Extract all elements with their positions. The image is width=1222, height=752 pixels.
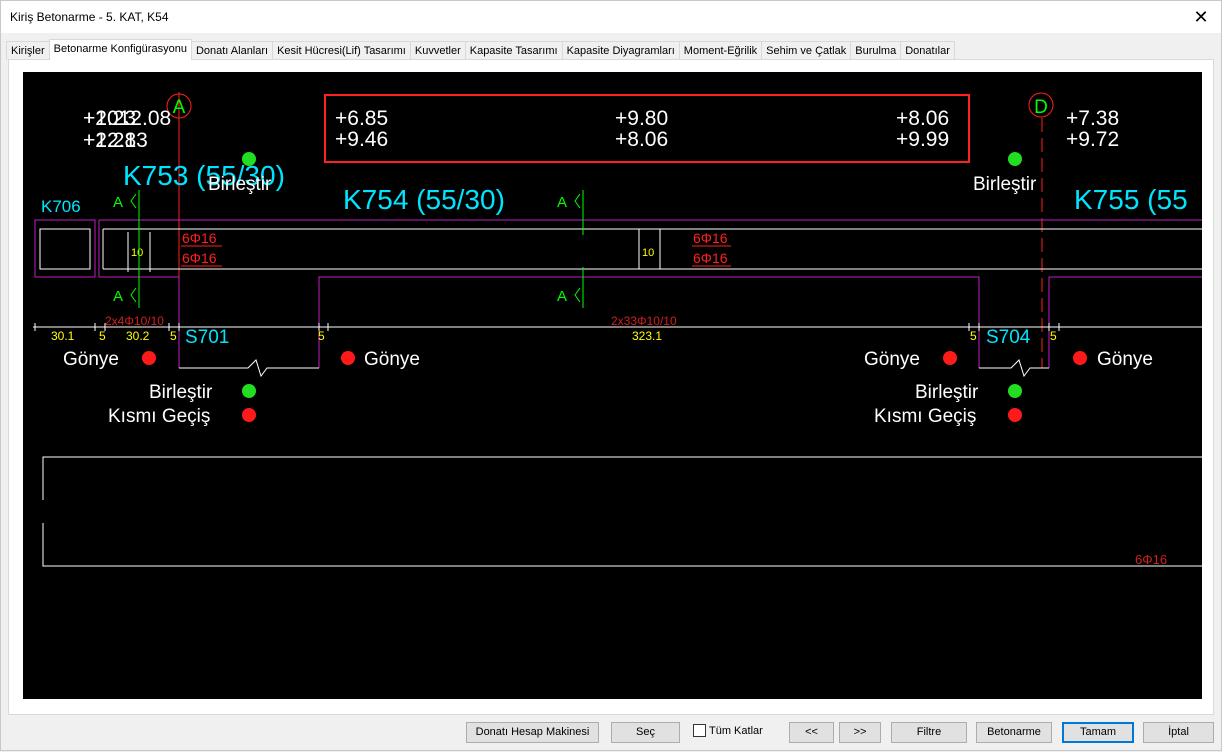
birlestir-dot-top-left[interactable] [242, 152, 256, 166]
birlestir-label-top-left: Birleştir [208, 174, 272, 195]
gonye-label-3: Gönye [864, 349, 920, 370]
gonye-label-4: Gönye [1097, 349, 1153, 370]
birlestir-label-bottom-left: Birleştir [149, 382, 213, 403]
birlestir-dot-top-right[interactable] [1008, 152, 1022, 166]
tab-donatilar[interactable]: Donatılar [900, 41, 955, 60]
betonarme-button[interactable]: Betonarme [976, 722, 1052, 743]
tab-kapasite-tasarimi[interactable]: Kapasite Tasarımı [464, 41, 563, 60]
next-button[interactable]: >> [839, 722, 881, 743]
dim-5-c: 5 [318, 329, 325, 343]
dim-323-1: 323.1 [632, 329, 662, 343]
section-arrow-bottom-mid [574, 287, 581, 303]
dim-30-2: 30.2 [126, 329, 150, 343]
elev-left-1b: +2.23 [83, 107, 136, 130]
tab-burulma[interactable]: Burulma [850, 41, 902, 60]
dim-5-e: 5 [1050, 329, 1057, 343]
beam-drawing[interactable]: A D +1012.08 +2.23 +12.13 +2.28 +6.85 +9… [23, 72, 1202, 699]
title-bar: Kiriş Betonarme - 5. KAT, K54 ✕ [1, 1, 1221, 33]
birlestir-label-top-right: Birleştir [973, 174, 1037, 195]
tamam-button[interactable]: Tamam [1062, 722, 1134, 743]
kismi-gecis-dot-right[interactable] [1008, 408, 1022, 422]
bottom-button-bar: Donatı Hesap Makinesi Seç Tüm Katlar << … [1, 717, 1221, 752]
beam-label-k706[interactable]: K706 [41, 197, 81, 216]
lower-section-top [42, 456, 1202, 500]
kismi-gecis-label-left: Kısmı Geçiş [108, 406, 210, 427]
elev-right-1: +7.38 [1066, 107, 1119, 130]
birlestir-dot-bottom-right[interactable] [1008, 384, 1022, 398]
elev-box-r1c1: +6.85 [335, 107, 388, 130]
beam-k706-section [39, 228, 91, 270]
gonye-dot-3[interactable] [943, 351, 957, 365]
dim-5-a: 5 [99, 329, 106, 343]
elev-box-r1c2: +9.80 [615, 107, 668, 130]
tab-kirisler[interactable]: Kirişler [6, 41, 50, 60]
previous-button[interactable]: << [789, 722, 834, 743]
tab-sehim-ve-catlak[interactable]: Sehim ve Çatlak [761, 41, 852, 60]
break-line-left [179, 359, 319, 378]
section-a-top-left: A [113, 194, 123, 211]
rebar-top-left[interactable]: 6Φ16 [182, 230, 217, 246]
beam-label-k754[interactable]: K754 (55/30) [343, 184, 505, 215]
tab-kapasite-diyagramlari[interactable]: Kapasite Diyagramları [561, 41, 680, 60]
tum-katlar-label: Tüm Katlar [709, 724, 763, 737]
gonye-label-1: Gönye [63, 349, 119, 370]
dim-10-mid: 10 [642, 247, 654, 259]
stirrup-label-mid: 2x33Φ10/10 [611, 314, 677, 328]
lower-section-bottom [42, 523, 1202, 567]
elev-left-2b: +2.28 [83, 129, 136, 152]
tab-strip: Kirişler Betonarme Konfigürasyonu Donatı… [6, 39, 955, 60]
sec-button[interactable]: Seç [611, 722, 680, 743]
tab-kuvvetler[interactable]: Kuvvetler [409, 41, 466, 60]
checkbox-box[interactable] [693, 724, 706, 737]
tab-betonarme-konfigurasyonu[interactable]: Betonarme Konfigürasyonu [48, 39, 192, 60]
dim-5-b: 5 [170, 329, 177, 343]
gonye-dot-2[interactable] [341, 351, 355, 365]
section-arrow-bottom-left [130, 287, 137, 303]
elev-box-r2c3: +9.99 [896, 128, 949, 151]
elev-box-r1c3: +8.06 [896, 107, 949, 130]
tum-katlar-checkbox[interactable]: Tüm Katlar [693, 724, 763, 737]
close-icon[interactable]: ✕ [1185, 3, 1217, 31]
rebar-lower-section[interactable]: 6Φ16 [1135, 552, 1167, 567]
gonye-label-2: Gönye [364, 349, 420, 370]
rebar-bottom-right[interactable]: 6Φ16 [693, 250, 728, 266]
window-title: Kiriş Betonarme - 5. KAT, K54 [10, 10, 169, 24]
axis-d-label: D [1034, 97, 1048, 118]
axis-a-label: A [173, 97, 186, 118]
beam-label-k755[interactable]: K755 (55 [1074, 184, 1188, 215]
dim-5-d: 5 [970, 329, 977, 343]
elev-box-r2c1: +9.46 [335, 128, 388, 151]
donati-hesap-makinesi-button[interactable]: Donatı Hesap Makinesi [466, 722, 599, 743]
section-a-bottom-left: A [113, 288, 123, 305]
section-arrow-top-mid [574, 193, 581, 209]
kiris-betonarme-window: Kiriş Betonarme - 5. KAT, K54 ✕ Kirişler… [0, 0, 1222, 751]
birlestir-dot-bottom-left[interactable] [242, 384, 256, 398]
gonye-dot-1[interactable] [142, 351, 156, 365]
drawing-canvas[interactable]: A D +1012.08 +2.23 +12.13 +2.28 +6.85 +9… [23, 72, 1202, 699]
tab-moment-egrilik[interactable]: Moment-Eğrilik [678, 41, 763, 60]
tab-kesit-hucresi[interactable]: Kesit Hücresi(Lif) Tasarımı [272, 41, 411, 60]
section-arrow-top-left [130, 193, 137, 209]
birlestir-label-bottom-right: Birleştir [915, 382, 979, 403]
tab-donati-alanlari[interactable]: Donatı Alanları [190, 41, 274, 60]
elev-box-r2c2: +8.06 [615, 128, 668, 151]
column-label-s701[interactable]: S701 [185, 327, 229, 348]
filtre-button[interactable]: Filtre [891, 722, 967, 743]
dim-10-left: 10 [131, 247, 143, 259]
iptal-button[interactable]: İptal [1143, 722, 1214, 743]
section-a-top-mid: A [557, 194, 567, 211]
stirrup-label-left: 2x4Φ10/10 [105, 314, 164, 328]
elev-right-2: +9.72 [1066, 128, 1119, 151]
column-label-s704[interactable]: S704 [986, 327, 1031, 348]
kismi-gecis-label-right: Kısmı Geçiş [874, 406, 976, 427]
dim-30-1: 30.1 [51, 329, 75, 343]
section-a-bottom-mid: A [557, 288, 567, 305]
rebar-top-right[interactable]: 6Φ16 [693, 230, 728, 246]
rebar-bottom-left[interactable]: 6Φ16 [182, 250, 217, 266]
break-line-right [979, 359, 1049, 378]
kismi-gecis-dot-left[interactable] [242, 408, 256, 422]
gonye-dot-4[interactable] [1073, 351, 1087, 365]
